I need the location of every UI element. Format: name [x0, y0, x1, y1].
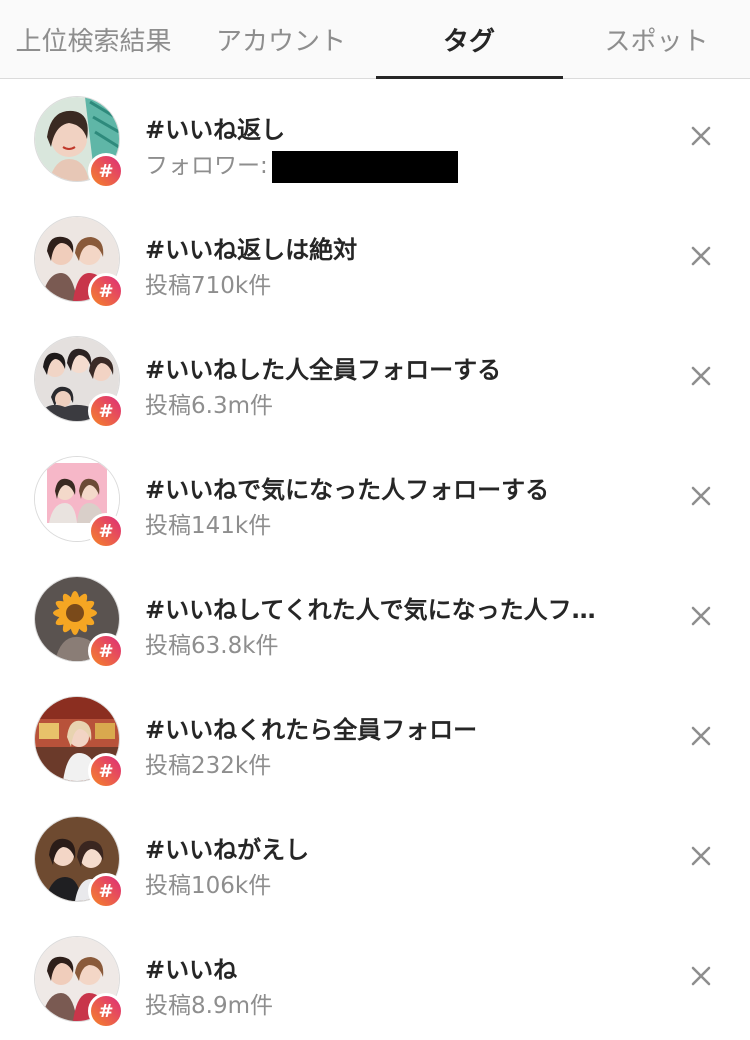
tag-name: #いいね返し [145, 116, 286, 144]
redacted-value [271, 150, 458, 183]
tag-name: #いいねで気になった人フォローする [145, 476, 550, 504]
hashtag-badge-icon: # [88, 873, 124, 909]
tag-name: #いいねした人全員フォローする [145, 356, 502, 384]
list-item[interactable]: # #いいねした人全員フォローする 投稿6.3m件 [0, 320, 750, 440]
active-tab-indicator [376, 76, 563, 79]
tag-name: #いいねくれたら全員フォロー [145, 716, 478, 744]
close-icon[interactable] [688, 603, 714, 629]
list-item[interactable]: # #いいねがえし 投稿106k件 [0, 800, 750, 920]
follower-label: フォロワー: [145, 153, 268, 179]
close-icon[interactable] [688, 483, 714, 509]
hashtag-badge-icon: # [88, 753, 124, 789]
post-count: 投稿106k件 [145, 873, 272, 899]
close-icon[interactable] [688, 723, 714, 749]
close-icon[interactable] [688, 963, 714, 989]
close-icon[interactable] [688, 843, 714, 869]
hashtag-badge-icon: # [88, 993, 124, 1029]
hashtag-badge-icon: # [88, 153, 124, 189]
follower-count: フォロワー: [145, 146, 458, 183]
post-count: 投稿63.8k件 [145, 633, 279, 659]
tag-name: #いいね返しは絶対 [145, 236, 358, 264]
hashtag-badge-icon: # [88, 513, 124, 549]
post-count: 投稿6.3m件 [145, 393, 273, 419]
list-item[interactable]: # #いいねしてくれた人で気になった人フ… 投稿63.8k件 [0, 560, 750, 680]
tab-bar: 上位検索結果 アカウント タグ スポット [0, 0, 750, 79]
close-icon[interactable] [688, 363, 714, 389]
hashtag-badge-icon: # [88, 633, 124, 669]
tag-name: #いいねがえし [145, 836, 310, 864]
list-item[interactable]: # #いいね 投稿8.9m件 [0, 920, 750, 1040]
close-icon[interactable] [688, 243, 714, 269]
list-item[interactable]: # #いいね返しは絶対 投稿710k件 [0, 200, 750, 320]
post-count: 投稿8.9m件 [145, 993, 273, 1019]
list-item[interactable]: # #いいねくれたら全員フォロー 投稿232k件 [0, 680, 750, 800]
close-icon[interactable] [688, 123, 714, 149]
list-item[interactable]: # #いいねで気になった人フォローする 投稿141k件 [0, 440, 750, 560]
tab-accounts[interactable]: アカウント [187, 0, 375, 78]
post-count: 投稿232k件 [145, 753, 272, 779]
tab-places[interactable]: スポット [563, 0, 750, 78]
tag-name: #いいね [145, 956, 238, 984]
tab-top[interactable]: 上位検索結果 [0, 0, 187, 78]
post-count: 投稿141k件 [145, 513, 272, 539]
tab-tags[interactable]: タグ [375, 0, 563, 78]
hashtag-badge-icon: # [88, 273, 124, 309]
post-count: 投稿710k件 [145, 273, 272, 299]
hashtag-badge-icon: # [88, 393, 124, 429]
tag-name: #いいねしてくれた人で気になった人フ… [145, 596, 596, 624]
list-item[interactable]: # #いいね返し フォロワー: [0, 80, 750, 200]
